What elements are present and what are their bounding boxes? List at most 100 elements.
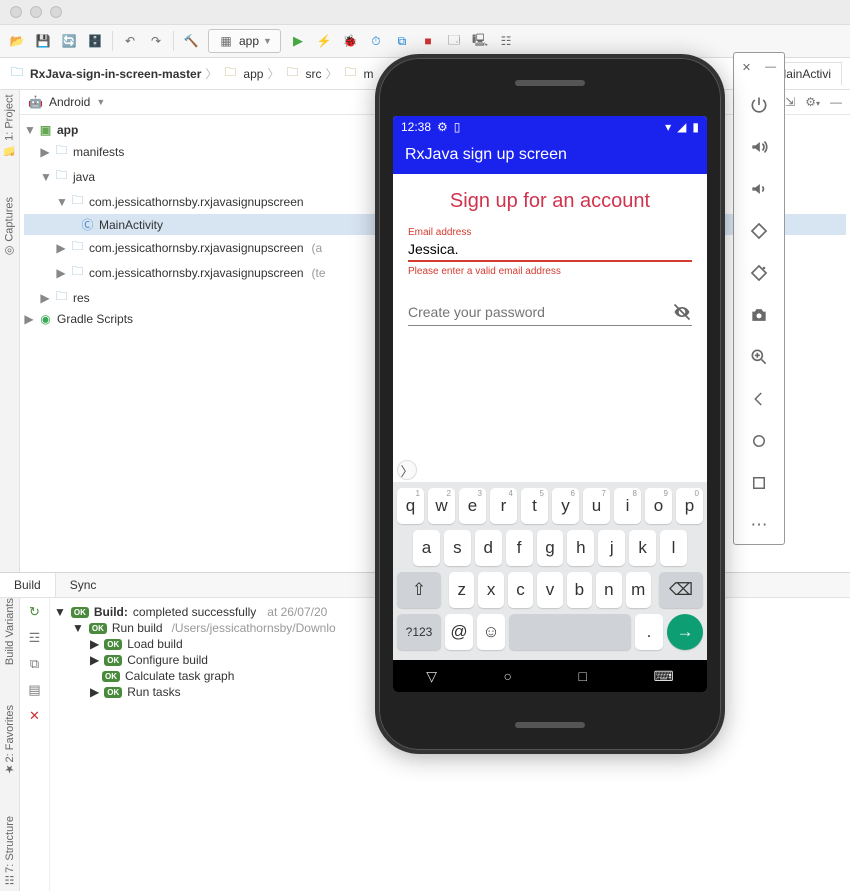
more-icon[interactable]: ⋯ [748,514,770,536]
expand-caret[interactable]: ▶ [56,266,66,280]
save-icon[interactable]: 💾 [34,32,52,50]
rotate-left-icon[interactable] [748,220,770,242]
shift-key[interactable]: ⇧ [397,572,441,608]
key-n[interactable]: n [596,572,621,608]
close-icon[interactable]: ✕ [742,61,751,74]
visibility-off-icon[interactable] [672,302,692,322]
crumb-item[interactable]: m [363,67,373,81]
expand-caret[interactable]: ▶ [90,685,99,699]
tree-item-gradle[interactable]: Gradle Scripts [57,312,133,326]
expand-caret[interactable]: ▶ [56,241,66,255]
keyboard-icon[interactable]: ⌨ [654,668,674,685]
space-key[interactable] [509,614,631,650]
tab-build[interactable]: Build [0,573,56,597]
key-d[interactable]: d [475,530,502,566]
volume-up-icon[interactable] [748,136,770,158]
profile-icon[interactable]: ⏱ [367,32,385,50]
key-m[interactable]: m [626,572,651,608]
key-z[interactable]: z [449,572,474,608]
key-g[interactable]: g [537,530,564,566]
tree-item-package-test[interactable]: com.jessicathornsby.rxjavasignupscreen [89,266,304,280]
project-tool-tab[interactable]: 📁1: Project [3,94,16,157]
expand-caret[interactable]: ▼ [40,170,50,184]
key-s[interactable]: s [444,530,471,566]
hide-icon[interactable]: — [830,95,842,109]
expand-caret[interactable]: ▼ [56,195,66,209]
project-view-selector[interactable]: Android [49,95,90,109]
key-x[interactable]: x [478,572,503,608]
keyboard-expand-icon[interactable]: 〉 [397,460,417,480]
key-l[interactable]: l [660,530,687,566]
tree-item-mainactivity[interactable]: MainActivity [99,218,163,232]
expand-caret[interactable]: ▶ [40,145,50,159]
key-b[interactable]: b [567,572,592,608]
key-u[interactable]: u7 [583,488,610,524]
expand-caret[interactable]: ▶ [90,637,99,651]
home-icon[interactable] [748,430,770,452]
minimize-icon[interactable]: — [765,61,776,74]
home-icon[interactable]: ○ [504,668,512,684]
sync-icon[interactable]: 🔄 [60,32,78,50]
key-k[interactable]: k [629,530,656,566]
tab-sync[interactable]: Sync [56,573,111,597]
expand-caret[interactable]: ▼ [72,621,84,635]
key-e[interactable]: e3 [459,488,486,524]
zoom-dot[interactable] [50,6,62,18]
key-q[interactable]: q1 [397,488,424,524]
key-c[interactable]: c [508,572,533,608]
tree-item-java[interactable]: java [73,170,95,184]
tree-item-app[interactable]: app [57,123,78,137]
avdm-icon[interactable]: 🗄️ [86,32,104,50]
key-p[interactable]: p0 [676,488,703,524]
crumb-item[interactable]: RxJava-sign-in-screen-master [30,67,201,81]
crumb-item[interactable]: src [305,67,321,81]
power-icon[interactable] [748,94,770,116]
back-icon[interactable] [748,388,770,410]
expand-caret[interactable]: ▼ [54,605,66,619]
camera-icon[interactable] [748,304,770,326]
close-dot[interactable] [10,6,22,18]
run-icon[interactable]: ▶ [289,32,307,50]
key-f[interactable]: f [506,530,533,566]
tree-item-res[interactable]: res [73,291,90,305]
structure-tab[interactable]: ☷7: Structure [3,816,16,886]
symbols-key[interactable]: ?123 [397,614,441,650]
recents-icon[interactable]: □ [579,668,587,684]
filter-icon[interactable]: ☲ [29,630,41,646]
expand-caret[interactable]: ▶ [24,312,34,326]
key-j[interactable]: j [598,530,625,566]
attach-icon[interactable]: ⧉ [393,32,411,50]
key-a[interactable]: a [413,530,440,566]
expand-caret[interactable]: ▼ [24,123,34,137]
email-field[interactable] [408,238,692,262]
key-h[interactable]: h [567,530,594,566]
enter-key[interactable]: → [667,614,703,650]
run-config-selector[interactable]: ▦ app ▼ [208,29,281,53]
key-y[interactable]: y6 [552,488,579,524]
zoom-icon[interactable] [748,346,770,368]
minimize-dot[interactable] [30,6,42,18]
back-icon[interactable]: ▽ [426,668,437,685]
emoji-key[interactable]: ☺ [477,614,505,650]
tree-item-package-androidtest[interactable]: com.jessicathornsby.rxjavasignupscreen [89,241,304,255]
volume-down-icon[interactable] [748,178,770,200]
structure-icon[interactable]: ☷ [497,32,515,50]
rerun-icon[interactable]: ↻ [29,604,40,620]
period-key[interactable]: . [635,614,663,650]
collapse-icon[interactable]: ⇲ [785,95,795,109]
gear-icon[interactable]: ⚙▾ [805,95,820,109]
password-field[interactable] [408,299,672,325]
undo-icon[interactable]: ↶ [121,32,139,50]
hammer-icon[interactable]: 🔨 [182,32,200,50]
build-variants-tab[interactable]: Build Variants [4,598,16,665]
tree-item-manifests[interactable]: manifests [73,145,124,159]
open-icon[interactable]: 📂 [8,32,26,50]
device-screen[interactable]: 12:38 ⚙ ▯ ▾ ◢ ▮ RxJava sign up screen Si… [393,116,707,692]
at-key[interactable]: @ [445,614,473,650]
rotate-right-icon[interactable] [748,262,770,284]
key-i[interactable]: i8 [614,488,641,524]
toggle-icon[interactable]: ⧉ [30,656,39,672]
clear-icon[interactable]: ✕ [29,708,40,724]
expand-all-icon[interactable]: ▤ [28,682,40,698]
key-o[interactable]: o9 [645,488,672,524]
